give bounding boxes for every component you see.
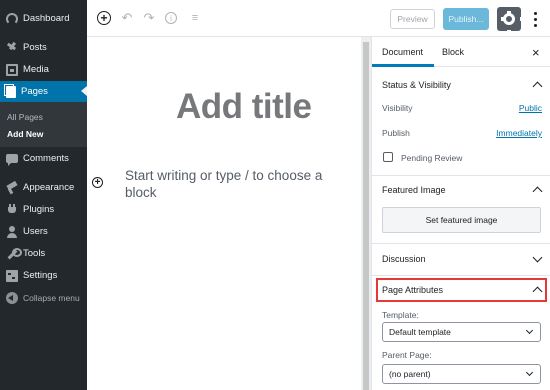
section-divider [372,175,550,176]
publish-date-link[interactable]: Immediately [496,128,542,138]
menu-item-comments[interactable]: Comments [0,148,87,169]
parent-page-select-value: (no parent) [389,369,431,379]
dashboard-icon [6,12,18,25]
list-view-icon[interactable]: ≡ [188,11,202,25]
admin-sidebar: Dashboard Posts Media Pages All Pages Ad… [0,0,87,390]
template-select-value: Default template [389,327,451,337]
section-title-page-attributes[interactable]: Page Attributes [382,285,443,295]
menu-item-label: Tools [23,248,46,259]
chevron-up-icon[interactable] [532,81,543,92]
chevron-up-icon[interactable] [532,186,543,197]
chevron-down-icon [525,368,534,377]
tools-icon [6,247,22,260]
editor-canvas: Add title + Start writing or type / to c… [87,37,361,390]
editor-toolbar: + ↶ ↷ i ≡ Preview Publish... [87,0,550,37]
tab-document[interactable]: Document [382,47,423,57]
block-inserter-icon[interactable]: + [92,177,103,188]
menu-item-tools[interactable]: Tools [0,243,87,264]
post-title-input[interactable]: Add title [176,87,312,127]
settings-icon [6,269,18,282]
menu-item-posts[interactable]: Posts [0,37,87,58]
undo-icon[interactable]: ↶ [120,10,134,25]
parent-page-label: Parent Page: [382,350,432,360]
menu-item-label: Posts [23,42,47,53]
parent-page-select[interactable]: (no parent) [382,364,541,384]
menu-item-label: Dashboard [23,13,70,24]
more-vertical-icon[interactable] [531,10,539,28]
section-title-discussion[interactable]: Discussion [382,254,426,264]
pin-icon [6,42,18,54]
settings-toggle-button[interactable] [497,7,523,33]
pending-review-label[interactable]: Pending Review [401,153,462,163]
chevron-down-icon[interactable] [532,252,543,263]
menu-item-label: Plugins [23,204,55,215]
chevron-down-icon [525,326,534,335]
set-featured-image-button[interactable]: Set featured image [382,207,541,233]
visibility-link[interactable]: Public [519,103,542,113]
template-label: Template: [382,310,419,320]
menu-item-label: Pages [21,86,48,97]
menu-item-dashboard[interactable]: Dashboard [0,8,87,29]
section-divider [372,275,550,276]
redo-icon[interactable]: ↷ [142,10,156,25]
section-title-featured-image[interactable]: Featured Image [382,185,446,195]
menu-item-label: Comments [23,153,69,164]
publish-button[interactable]: Publish... [443,8,489,30]
collapse-icon [6,291,18,304]
scrollbar-thumb[interactable] [363,42,369,390]
gear-icon [501,11,523,33]
info-icon[interactable]: i [165,12,177,24]
close-icon[interactable]: × [532,45,540,60]
pages-submenu [0,102,87,147]
users-icon [6,225,18,238]
pages-icon [4,83,16,98]
template-select[interactable]: Default template [382,322,541,342]
sidebar-tabs: Document Block × [372,37,550,67]
menu-item-media[interactable]: Media [0,59,87,80]
visibility-label: Visibility [382,103,413,113]
section-title-status-visibility[interactable]: Status & Visibility [382,80,451,90]
add-block-icon[interactable]: + [97,11,111,25]
active-tab-indicator [372,64,434,67]
menu-item-appearance[interactable]: Appearance [0,177,87,198]
menu-item-label: Collapse menu [23,292,80,303]
comments-icon [6,154,18,166]
menu-item-pages[interactable]: Pages [0,81,87,102]
tab-block[interactable]: Block [442,47,464,57]
menu-item-label: Appearance [23,182,75,193]
section-divider [372,243,550,244]
publish-label: Publish [382,128,410,138]
menu-item-plugins[interactable]: Plugins [0,199,87,220]
menu-item-label: Users [23,226,48,237]
submenu-all-pages[interactable]: All Pages [7,112,43,122]
menu-item-label: Media [23,64,49,75]
settings-sidebar: Document Block × Status & Visibility Vis… [371,37,550,390]
plugins-icon [6,203,18,216]
menu-item-users[interactable]: Users [0,221,87,242]
preview-button[interactable]: Preview [390,9,435,29]
menu-item-label: Settings [23,270,58,281]
block-placeholder[interactable]: Start writing or type / to choose a bloc… [125,167,350,201]
pending-review-checkbox[interactable] [383,152,393,162]
collapse-menu-button[interactable]: Collapse menu [0,287,87,308]
media-icon [6,63,18,76]
menu-item-settings[interactable]: Settings [0,265,87,286]
appearance-icon [6,182,18,194]
submenu-add-new[interactable]: Add New [7,129,43,139]
